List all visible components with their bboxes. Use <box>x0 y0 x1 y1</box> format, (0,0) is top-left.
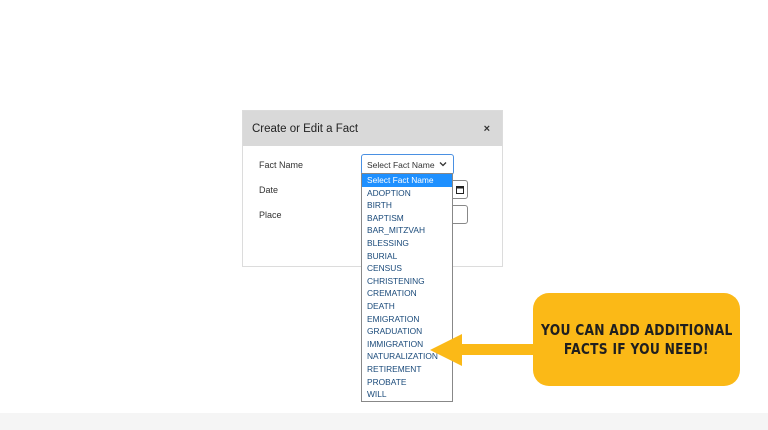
date-label: Date <box>259 185 279 195</box>
dropdown-option[interactable]: CENSUS <box>362 262 452 275</box>
fact-name-select[interactable]: Select Fact Name <box>361 154 454 175</box>
fact-name-label: Fact Name <box>259 160 304 170</box>
dropdown-option[interactable]: BAPTISM <box>362 212 452 225</box>
dropdown-option[interactable]: Select Fact Name <box>362 174 452 187</box>
dropdown-option[interactable]: BIRTH <box>362 199 452 212</box>
dropdown-option[interactable]: BAR_MITZVAH <box>362 224 452 237</box>
close-button[interactable]: × <box>484 123 490 135</box>
dropdown-option[interactable]: CHRISTENING <box>362 275 452 288</box>
callout-line-1: YOU CAN ADD ADDITIONAL <box>540 320 733 339</box>
page-bottom-band <box>0 413 768 430</box>
callout-line-2: FACTS IF YOU NEED! <box>564 339 709 358</box>
place-label: Place <box>259 210 282 220</box>
calendar-icon[interactable] <box>456 185 464 194</box>
chevron-down-icon <box>439 162 447 167</box>
dropdown-option[interactable]: BURIAL <box>362 250 452 263</box>
fact-name-select-value: Select Fact Name <box>367 159 435 170</box>
callout-box: YOU CAN ADD ADDITIONAL FACTS IF YOU NEED… <box>533 293 740 386</box>
dropdown-option[interactable]: PROBATE <box>362 376 452 389</box>
dropdown-option[interactable]: BLESSING <box>362 237 452 250</box>
dropdown-option[interactable]: CREMATION <box>362 287 452 300</box>
dropdown-option[interactable]: EMIGRATION <box>362 313 452 326</box>
dropdown-option[interactable]: WILL <box>362 388 452 401</box>
arrow-left-icon <box>430 334 533 366</box>
dropdown-option[interactable]: ADOPTION <box>362 187 452 200</box>
modal-title: Create or Edit a Fact <box>252 122 359 135</box>
dropdown-option[interactable]: DEATH <box>362 300 452 313</box>
modal-header: Create or Edit a Fact × <box>243 111 502 146</box>
